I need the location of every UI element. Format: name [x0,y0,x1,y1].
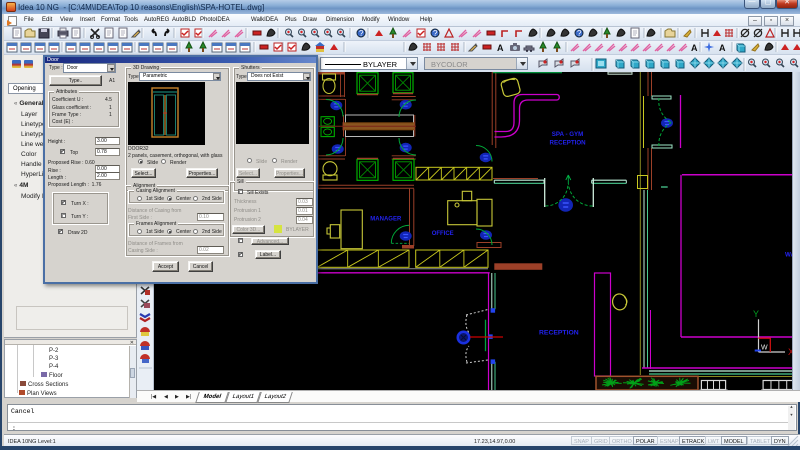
svg-text:?: ? [577,29,582,38]
svg-text:A: A [691,43,698,53]
svg-text:OFFICE: OFFICE [432,231,454,237]
svg-text:RECEPTION: RECEPTION [550,140,587,147]
svg-text:?: ? [433,29,438,38]
svg-text:Y: Y [753,309,759,319]
svg-text:MANAGER: MANAGER [370,217,402,223]
svg-text:WA: WA [785,252,792,259]
svg-text:A: A [719,43,726,53]
svg-text:?: ? [359,29,364,38]
svg-text:SPA - GYM: SPA - GYM [552,131,584,138]
svg-text:RECEPTION: RECEPTION [539,330,579,337]
svg-text:A: A [497,43,504,53]
svg-text:W: W [761,345,768,352]
